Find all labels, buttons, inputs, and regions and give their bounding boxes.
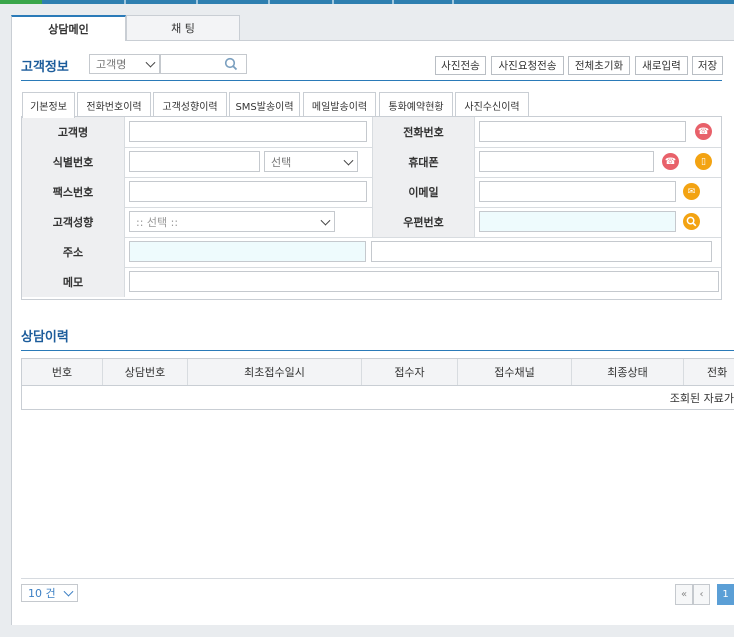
address-label: 주소 — [22, 237, 125, 267]
basic-info-form: 고객명 전화번호 ☎ 식별번호 선택 휴대폰 ☎ ▯ 팩스번호 이메일 ✉ 고객… — [21, 116, 722, 300]
col-phone[interactable]: 전화 — [684, 359, 734, 385]
reset-all-button[interactable]: 전체초기화 — [568, 56, 630, 75]
prev-page-button[interactable]: ‹ — [693, 584, 710, 605]
memo-label: 메모 — [22, 267, 125, 297]
col-final-status[interactable]: 최종상태 — [572, 359, 684, 385]
page-1-button[interactable]: 1 — [717, 584, 734, 605]
zip-label: 우편번호 — [372, 207, 475, 237]
email-input[interactable] — [479, 181, 676, 202]
id-type-value: 선택 — [271, 155, 292, 169]
col-first-received[interactable]: 최초접수일시 — [188, 359, 362, 385]
top-strip — [0, 0, 734, 4]
tab-consult-main-label: 상담메인 — [48, 23, 89, 36]
zip-input[interactable] — [479, 211, 676, 232]
send-photo-button[interactable]: 사진전송 — [435, 56, 486, 75]
request-photo-button[interactable]: 사진요청전송 — [491, 56, 564, 75]
subtab-tendency-history[interactable]: 고객성향이력 — [153, 92, 227, 117]
form-row: 고객성향 :: 선택 :: 우편번호 — [22, 207, 721, 238]
history-divider — [21, 350, 734, 351]
subtab-photo-received[interactable]: 사진수신이력 — [455, 92, 529, 117]
search-input[interactable] — [160, 54, 247, 74]
id-number-input[interactable] — [129, 151, 260, 172]
tab-chat-label: 채 팅 — [171, 22, 195, 35]
fax-input[interactable] — [129, 181, 367, 202]
address-detail-input[interactable] — [371, 241, 712, 262]
tab-chat[interactable]: 채 팅 — [126, 15, 240, 40]
col-channel[interactable]: 접수채널 — [458, 359, 572, 385]
subtab-mail-history[interactable]: 메일발송이력 — [303, 92, 376, 117]
section-divider — [21, 80, 722, 81]
new-entry-button[interactable]: 새로입력 — [635, 56, 688, 75]
mobile-label: 휴대폰 — [372, 147, 475, 177]
mail-icon[interactable]: ✉ — [683, 183, 700, 200]
save-button[interactable]: 저장 — [692, 56, 723, 75]
chevron-down-icon — [145, 57, 156, 68]
tendency-select[interactable]: :: 선택 :: — [129, 211, 335, 232]
phone-input[interactable] — [479, 121, 686, 142]
top-strip-sep — [452, 0, 454, 4]
tendency-label: 고객성향 — [22, 207, 125, 237]
col-number[interactable]: 번호 — [22, 359, 103, 385]
fax-label: 팩스번호 — [22, 177, 125, 207]
form-row: 주소 — [22, 237, 721, 268]
page-size-select[interactable]: 10 건 — [21, 584, 78, 602]
history-title: 상담이력 — [21, 330, 69, 345]
subtab-call-reservation[interactable]: 통화예약현황 — [379, 92, 453, 117]
name-label: 고객명 — [22, 117, 125, 147]
subtab-sms-history[interactable]: SMS발송이력 — [229, 92, 300, 117]
mobile-input[interactable] — [479, 151, 654, 172]
mobile-call-icon[interactable]: ☎ — [662, 153, 679, 170]
footer-divider — [21, 578, 734, 579]
top-strip-sep — [196, 0, 198, 4]
customer-info-title: 고객정보 — [21, 60, 69, 75]
empty-message: 조회된 자료가 — [669, 391, 734, 405]
phone-call-icon[interactable]: ☎ — [695, 123, 712, 140]
search-type-select[interactable]: 고객명 — [89, 54, 160, 74]
form-row: 팩스번호 이메일 ✉ — [22, 177, 721, 208]
phone-label: 전화번호 — [372, 117, 475, 147]
top-strip-sep — [268, 0, 270, 4]
chevron-down-icon — [343, 155, 354, 166]
subtab-phone-history[interactable]: 전화번호이력 — [77, 92, 151, 117]
form-row: 식별번호 선택 휴대폰 ☎ ▯ — [22, 147, 721, 178]
id-number-label: 식별번호 — [22, 147, 125, 177]
sms-phone-icon[interactable]: ▯ — [695, 153, 712, 170]
col-receiver[interactable]: 접수자 — [362, 359, 458, 385]
top-strip-green — [0, 0, 42, 4]
first-page-button[interactable]: « — [675, 584, 693, 605]
form-row: 고객명 전화번호 ☎ — [22, 117, 721, 148]
email-label: 이메일 — [372, 177, 475, 207]
top-strip-sep — [124, 0, 126, 4]
memo-input[interactable] — [129, 271, 719, 292]
top-strip-sep — [332, 0, 334, 4]
history-table: 번호 상담번호 최초접수일시 접수자 접수채널 최종상태 전화 조회된 자료가 — [21, 358, 734, 410]
search-type-value: 고객명 — [96, 58, 127, 71]
chevron-down-icon — [320, 215, 331, 226]
col-consult-number[interactable]: 상담번호 — [103, 359, 188, 385]
zip-search-icon[interactable] — [683, 213, 700, 230]
form-row: 메모 — [22, 267, 721, 297]
subtab-basic-info[interactable]: 기본정보 — [22, 92, 75, 118]
search-icon[interactable] — [224, 57, 238, 71]
top-strip-sep — [392, 0, 394, 4]
name-input[interactable] — [129, 121, 367, 142]
tendency-value: :: 선택 :: — [136, 215, 179, 229]
id-type-select[interactable]: 선택 — [264, 151, 358, 172]
chevron-down-icon — [63, 586, 74, 597]
address-main-input[interactable] — [129, 241, 366, 262]
tab-consult-main[interactable]: 상담메인 — [11, 15, 126, 41]
table-header: 번호 상담번호 최초접수일시 접수자 접수채널 최종상태 전화 — [22, 359, 734, 386]
page-size-value: 10 건 — [28, 587, 56, 600]
